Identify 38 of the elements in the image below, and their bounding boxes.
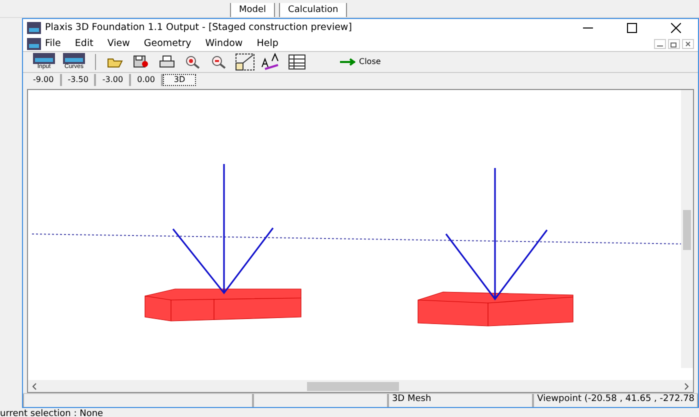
scrollbar-thumb[interactable] bbox=[683, 210, 691, 250]
maximize-icon bbox=[627, 22, 637, 33]
close-icon bbox=[671, 22, 681, 33]
zoom-box-icon[interactable] bbox=[235, 52, 255, 71]
zoom-in-icon[interactable] bbox=[185, 54, 201, 69]
app-icon bbox=[27, 22, 41, 34]
table-icon[interactable] bbox=[288, 54, 306, 70]
window-title: Plaxis 3D Foundation 1.1 Output - [Staged construction preview] bbox=[45, 22, 353, 34]
minimize-button[interactable] bbox=[654, 38, 666, 49]
disk-icon[interactable] bbox=[133, 54, 149, 69]
level-tab[interactable]: -9.00 bbox=[27, 74, 62, 86]
menu-item[interactable]: Edit bbox=[74, 38, 94, 50]
status-text: urrent selection : None bbox=[0, 408, 104, 417]
scrollbar-thumb[interactable] bbox=[307, 382, 399, 391]
restore-button[interactable] bbox=[668, 38, 680, 49]
zoom-out-icon[interactable] bbox=[211, 54, 227, 69]
scroll-right-icon[interactable] bbox=[684, 382, 689, 390]
menu-item[interactable]: File bbox=[45, 38, 61, 50]
arrow-icon bbox=[340, 58, 356, 66]
menu-item[interactable]: View bbox=[107, 38, 130, 50]
tab[interactable]: Model bbox=[230, 2, 276, 17]
printer-icon[interactable] bbox=[159, 54, 175, 69]
status-field: 3D Mesh bbox=[388, 394, 534, 408]
app-icon bbox=[63, 53, 85, 64]
minimize-icon bbox=[583, 26, 593, 29]
level-tab[interactable]: -3.50 bbox=[62, 74, 96, 86]
tab[interactable]: Calculation bbox=[279, 2, 348, 17]
menu-item[interactable]: Window bbox=[205, 38, 243, 50]
menu-item[interactable]: Help bbox=[256, 38, 278, 50]
level-tab[interactable]: -3.00 bbox=[96, 74, 132, 86]
status-field: Viewpoint (-20.58 , 41.65 , -272.78 bbox=[533, 394, 698, 408]
scroll-left-icon[interactable] bbox=[32, 382, 37, 390]
folder-icon[interactable] bbox=[107, 56, 123, 68]
close-button[interactable]: Close bbox=[334, 56, 387, 68]
app-icon bbox=[33, 53, 55, 64]
app-icon bbox=[27, 38, 41, 50]
menu-item[interactable]: Geometry bbox=[144, 38, 192, 50]
level-tab[interactable]: 3D bbox=[162, 74, 196, 86]
